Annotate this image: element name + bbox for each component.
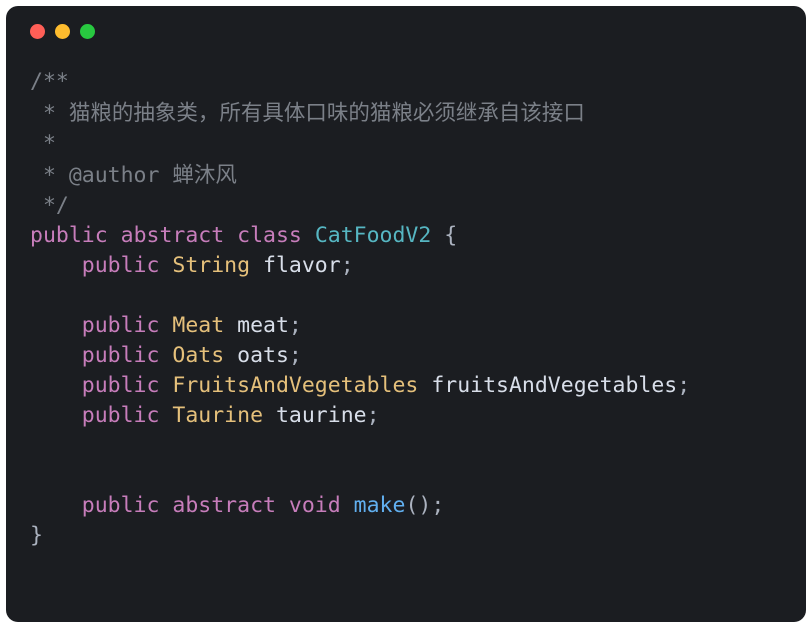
keyword-public: public xyxy=(82,343,160,368)
class-name: CatFoodV2 xyxy=(315,223,432,248)
code-block: /** * 猫粮的抽象类，所有具体口味的猫粮必须继承自该接口 * * @auth… xyxy=(6,39,806,551)
keyword-public: public xyxy=(82,373,160,398)
field-oats: oats xyxy=(237,343,289,368)
type-oats: Oats xyxy=(172,343,224,368)
keyword-abstract: abstract xyxy=(172,493,276,518)
comment-open: /** xyxy=(30,69,69,94)
keyword-class: class xyxy=(237,223,302,248)
field-fav: fruitsAndVegetables xyxy=(431,373,677,398)
closing-brace: } xyxy=(30,523,43,548)
comment-line: * 猫粮的抽象类，所有具体口味的猫粮必须继承自该接口 xyxy=(30,101,585,126)
keyword-void: void xyxy=(289,493,341,518)
keyword-public: public xyxy=(82,253,160,278)
field-taurine: taurine xyxy=(276,403,367,428)
keyword-abstract: abstract xyxy=(121,223,225,248)
keyword-public: public xyxy=(82,493,160,518)
minimize-icon[interactable] xyxy=(55,24,70,39)
window-titlebar xyxy=(6,6,806,39)
type-taurine: Taurine xyxy=(172,403,263,428)
comment-line: * xyxy=(30,131,56,156)
field-meat: meat xyxy=(237,313,289,338)
keyword-public: public xyxy=(82,403,160,428)
type-string: String xyxy=(172,253,250,278)
close-icon[interactable] xyxy=(30,24,45,39)
zoom-icon[interactable] xyxy=(80,24,95,39)
keyword-public: public xyxy=(30,223,108,248)
comment-close: */ xyxy=(30,193,69,218)
type-meat: Meat xyxy=(172,313,224,338)
type-fav: FruitsAndVegetables xyxy=(172,373,418,398)
comment-author: * @author 蝉沐风 xyxy=(30,163,237,188)
method-make: make xyxy=(354,493,406,518)
field-flavor: flavor xyxy=(263,253,341,278)
keyword-public: public xyxy=(82,313,160,338)
code-window: /** * 猫粮的抽象类，所有具体口味的猫粮必须继承自该接口 * * @auth… xyxy=(6,6,806,622)
